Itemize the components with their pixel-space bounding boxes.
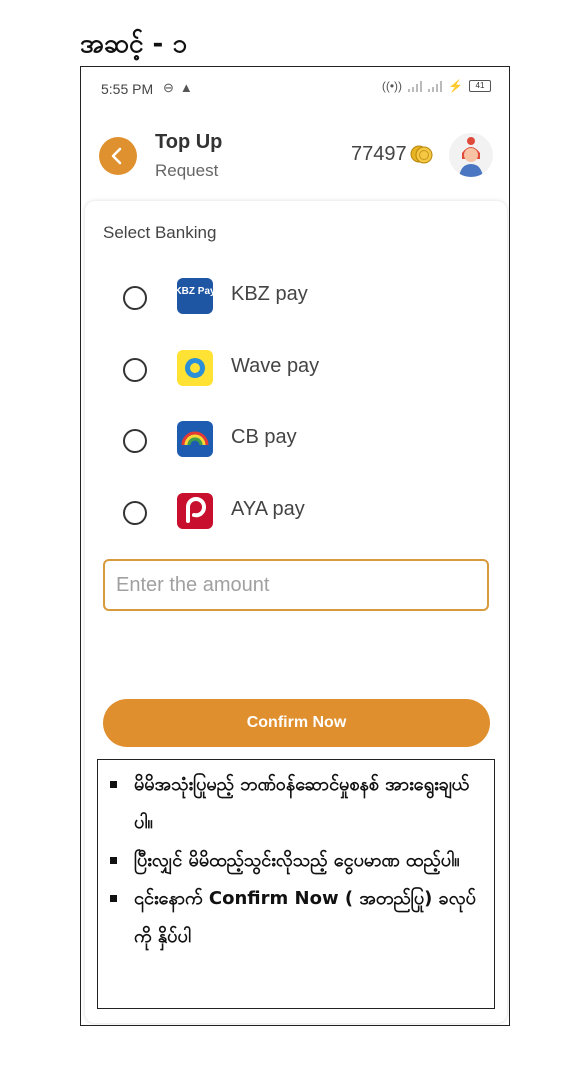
bank-name: KBZ pay bbox=[231, 283, 308, 305]
bank-name: AYA pay bbox=[231, 498, 305, 520]
status-bar: 5:55 PM ⊖▲ ((•)) ⚡ 41 bbox=[81, 67, 509, 111]
aya-pay-logo-icon bbox=[177, 493, 213, 529]
kbz-pay-logo-icon: KBZ Pay bbox=[177, 278, 213, 314]
wave-pay-logo-icon bbox=[177, 350, 213, 386]
instruction-item: မိမိအသုံးပြုမည့် ဘဏ်ဝန်ဆောင်မှုစနစ် အားရ… bbox=[106, 766, 484, 842]
avatar[interactable] bbox=[449, 133, 493, 177]
sync-icon: ⊖ bbox=[163, 80, 180, 95]
radio-button[interactable] bbox=[123, 358, 147, 382]
user-avatar-icon bbox=[459, 137, 483, 177]
status-time: 5:55 PM bbox=[101, 81, 154, 97]
bank-option-wave[interactable]: Wave pay bbox=[85, 345, 507, 395]
instruction-item: ၎င်းနောက် Confirm Now ( အတည်ပြု) ခလုပ်ကိ… bbox=[106, 880, 484, 956]
notification-icons: ⊖▲ bbox=[163, 80, 199, 96]
instructions-box: မိမိအသုံးပြုမည့် ဘဏ်ဝန်ဆောင်မှုစနစ် အားရ… bbox=[97, 759, 495, 1009]
bank-option-aya[interactable]: AYA pay bbox=[85, 488, 507, 538]
back-button[interactable] bbox=[99, 137, 137, 175]
bank-option-cb[interactable]: CB pay bbox=[85, 416, 507, 466]
amount-input[interactable] bbox=[103, 559, 489, 611]
bank-name: CB pay bbox=[231, 426, 297, 448]
instruction-item: ပြီးလျှင် မိမိထည့်သွင်းလိုသည့် ငွေပမာဏ ထ… bbox=[106, 842, 484, 880]
bullet-icon bbox=[110, 781, 117, 788]
radio-button[interactable] bbox=[123, 286, 147, 310]
radio-button[interactable] bbox=[123, 429, 147, 453]
bullet-icon bbox=[110, 857, 117, 864]
battery-icon: 41 bbox=[469, 80, 491, 92]
signal-icon-2 bbox=[428, 80, 443, 92]
coins-icon bbox=[410, 145, 433, 164]
cb-pay-logo-icon bbox=[177, 421, 213, 457]
bullet-icon bbox=[110, 895, 117, 902]
signal-icon bbox=[408, 80, 423, 92]
coin-balance: 77497 bbox=[351, 143, 407, 165]
charging-icon: ⚡ bbox=[448, 79, 463, 93]
hotspot-icon: ((•)) bbox=[381, 79, 403, 93]
select-banking-label: Select Banking bbox=[103, 223, 217, 242]
svg-text:KBZ Pay: KBZ Pay bbox=[177, 286, 213, 297]
page-subtitle: Request bbox=[155, 161, 219, 180]
confirm-now-button[interactable]: Confirm Now bbox=[103, 699, 490, 747]
bank-option-kbz[interactable]: KBZ Pay KBZ pay bbox=[85, 273, 507, 323]
warning-icon: ▲ bbox=[179, 80, 199, 95]
bank-name: Wave pay bbox=[231, 355, 320, 377]
chevron-left-icon bbox=[111, 147, 122, 165]
step-title: အဆင့် - ၁ bbox=[80, 29, 187, 59]
phone-screen: 5:55 PM ⊖▲ ((•)) ⚡ 41 Top Up Request 774… bbox=[80, 66, 510, 1026]
header: Top Up Request 77497 bbox=[81, 123, 509, 193]
system-icons: ((•)) ⚡ 41 bbox=[382, 79, 491, 93]
radio-button[interactable] bbox=[123, 501, 147, 525]
page-title: Top Up bbox=[155, 131, 223, 153]
